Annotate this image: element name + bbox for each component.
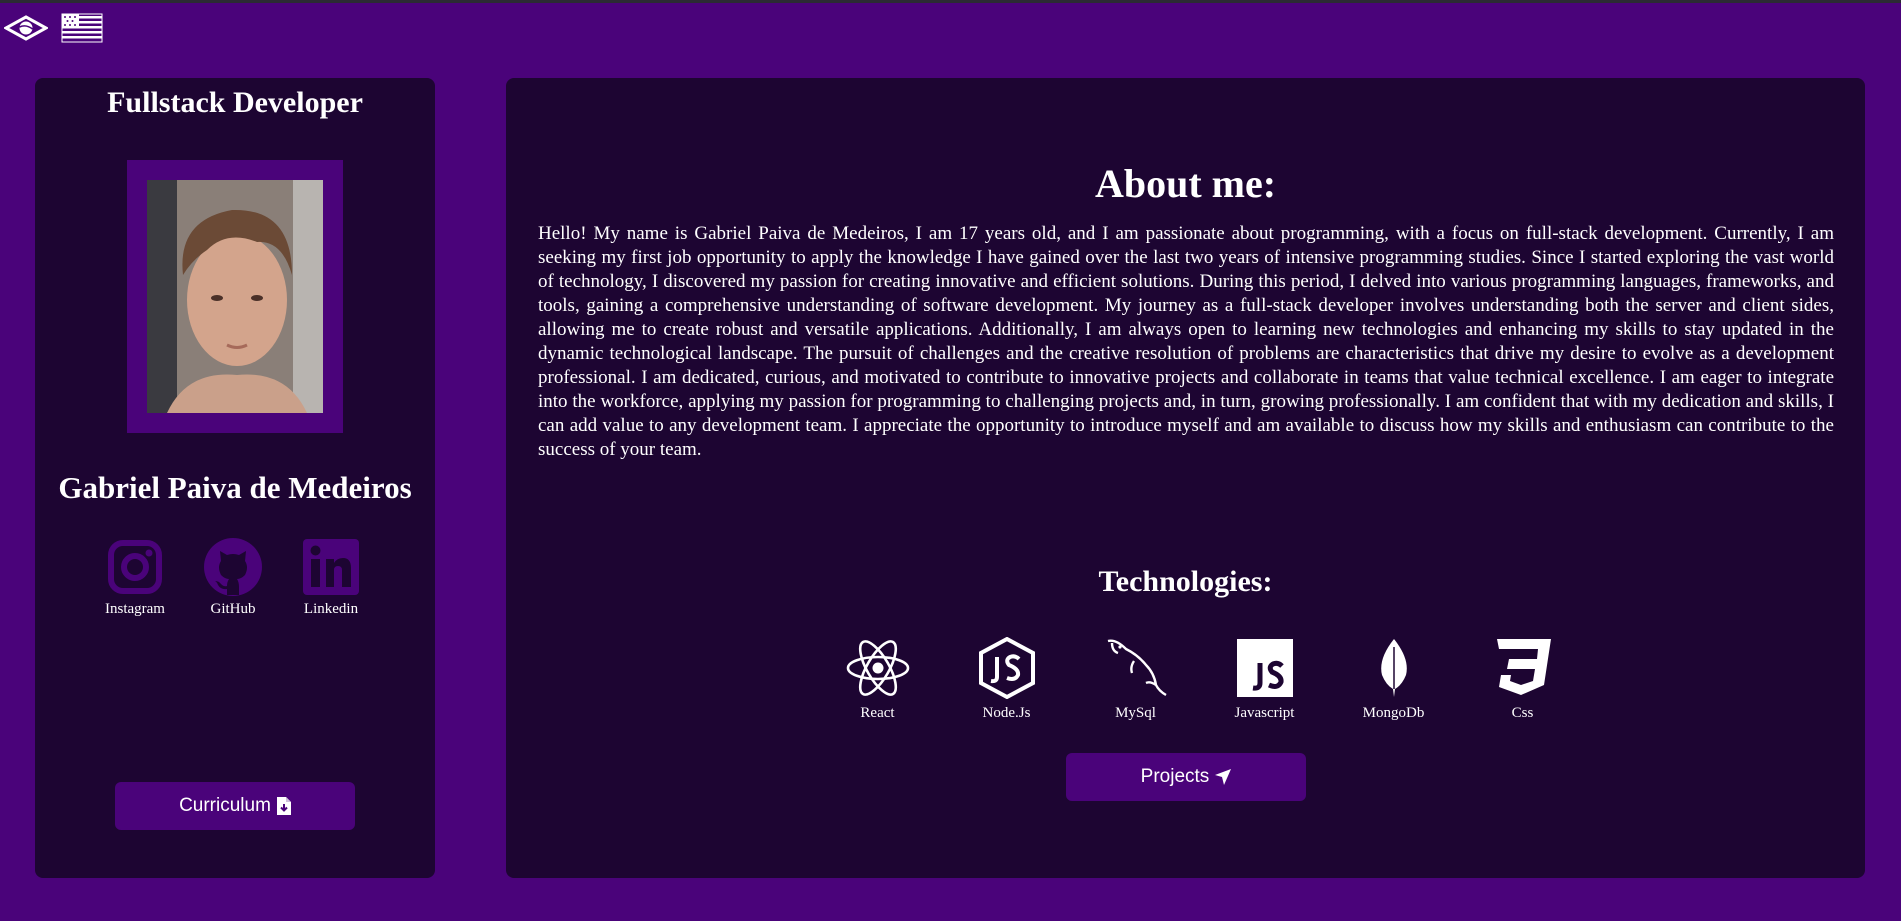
linkedin-link[interactable]: Linkedin bbox=[300, 537, 362, 618]
github-icon bbox=[204, 538, 262, 596]
profile-photo-frame bbox=[127, 160, 343, 433]
curriculum-label: Curriculum bbox=[179, 795, 271, 816]
github-link[interactable]: GitHub bbox=[202, 537, 264, 618]
mongodb-leaf-icon bbox=[1380, 639, 1407, 697]
file-download-icon bbox=[276, 797, 291, 815]
tech-label: Javascript bbox=[1234, 705, 1295, 721]
linkedin-label: Linkedin bbox=[303, 601, 359, 617]
technologies-title: Technologies: bbox=[1098, 565, 1273, 598]
tech-css: Css bbox=[1475, 637, 1570, 722]
social-links: Instagram GitHub Linkedin bbox=[104, 537, 362, 618]
tech-mongodb: MongoDb bbox=[1346, 637, 1441, 722]
mysql-dolphin-icon bbox=[1107, 639, 1167, 697]
javascript-icon bbox=[1236, 639, 1293, 697]
github-label: GitHub bbox=[210, 601, 256, 617]
react-icon bbox=[846, 640, 909, 696]
tech-label: Node.Js bbox=[982, 705, 1031, 721]
tech-label: React bbox=[860, 705, 895, 721]
tech-mysql: MySql bbox=[1088, 637, 1183, 722]
tech-label: MongoDb bbox=[1362, 705, 1425, 721]
curriculum-button[interactable]: Curriculum bbox=[115, 782, 355, 830]
instagram-label: Instagram bbox=[105, 601, 165, 617]
tech-javascript: Javascript bbox=[1217, 637, 1312, 722]
projects-button[interactable]: Projects bbox=[1066, 753, 1306, 801]
about-title: About me: bbox=[1094, 161, 1277, 206]
about-text: Hello! My name is Gabriel Paiva de Medei… bbox=[538, 223, 1834, 460]
linkedin-icon bbox=[303, 539, 359, 595]
nodejs-icon bbox=[978, 637, 1035, 699]
person-portrait-image bbox=[147, 180, 323, 413]
tech-label: MySql bbox=[1115, 705, 1156, 721]
profile-photo bbox=[147, 180, 323, 413]
instagram-icon bbox=[108, 540, 162, 594]
instagram-link[interactable]: Instagram bbox=[104, 537, 166, 618]
language-switcher bbox=[4, 10, 104, 46]
profile-name: Gabriel Paiva de Medeiros bbox=[58, 470, 412, 505]
css3-icon bbox=[1496, 639, 1551, 695]
role-title: Fullstack Developer bbox=[107, 86, 363, 119]
tech-nodejs: Node.Js bbox=[959, 637, 1054, 722]
brazil-flag-icon[interactable] bbox=[4, 12, 48, 44]
tech-react: React bbox=[830, 637, 925, 722]
tech-label: Css bbox=[1511, 705, 1534, 721]
usa-flag-icon[interactable] bbox=[60, 12, 104, 44]
window-top-border bbox=[0, 0, 1901, 3]
projects-label: Projects bbox=[1140, 766, 1210, 787]
send-arrow-icon bbox=[1215, 769, 1232, 785]
technologies-list: React Node.Js MySql Javascript MongoDb C… bbox=[830, 637, 1570, 722]
